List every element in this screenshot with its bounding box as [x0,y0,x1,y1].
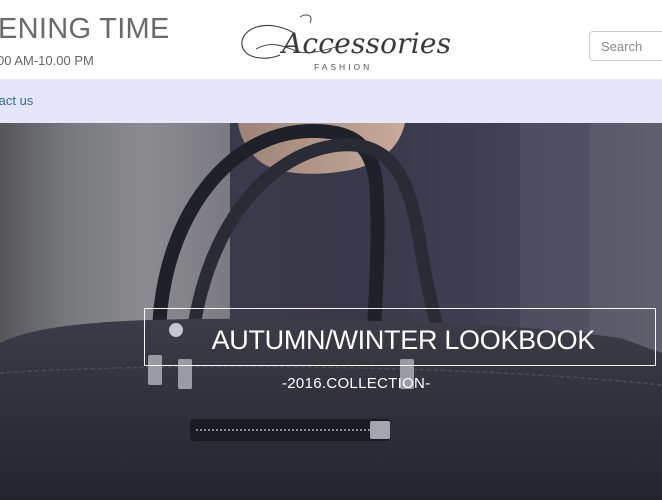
site-header: ENING TIME 00 AM-10.00 PM Accessories FA… [0,0,662,79]
site-logo[interactable]: Accessories FASHION [236,11,451,75]
nav-contact-us-link[interactable]: tact us [0,93,33,108]
logo-subtitle: FASHION [314,62,373,72]
hero-caption-frame: AUTUMN/WINTER LOOKBOOK [144,308,656,366]
hero-subtitle: -2016.COLLECTION- [282,375,431,392]
opening-hours: 00 AM-10.00 PM [0,53,94,68]
hero-title: AUTUMN/WINTER LOOKBOOK [211,325,596,355]
nav-bar: tact us [0,79,662,123]
logo-script-text: Accessories [282,27,452,60]
hero-banner: AUTUMN/WINTER LOOKBOOK -2016.COLLECTION- [0,123,662,500]
search-input[interactable] [589,31,662,61]
opening-time-title: ENING TIME [0,13,170,45]
